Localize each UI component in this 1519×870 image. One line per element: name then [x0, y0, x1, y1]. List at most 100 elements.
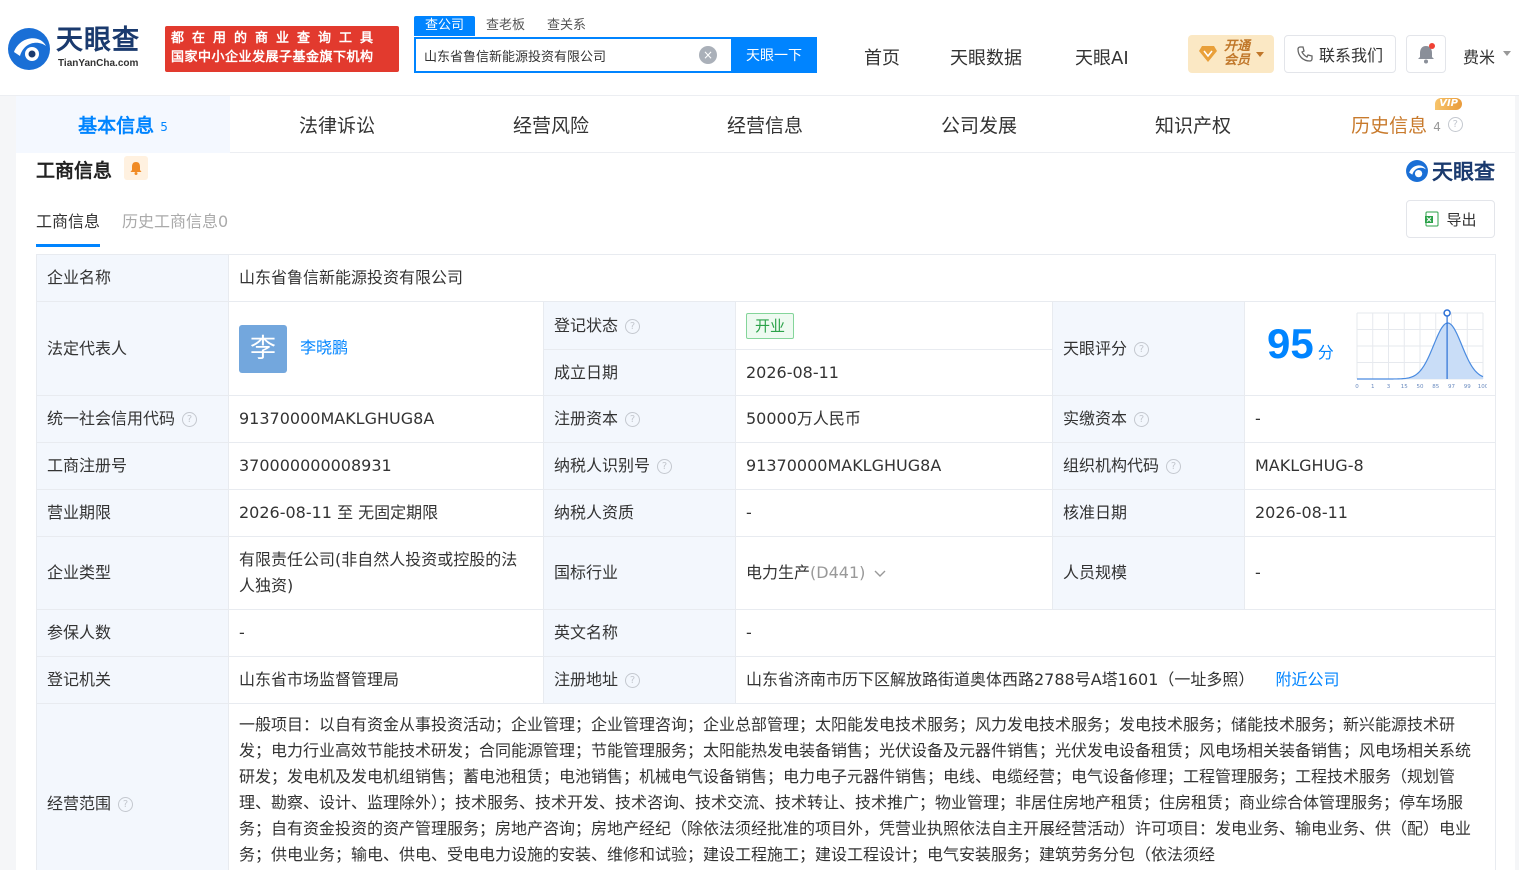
tick-label: 3: [1387, 384, 1391, 390]
contact-us-button[interactable]: 联系我们: [1284, 35, 1396, 73]
field-label: 参保人数: [36, 609, 229, 657]
credit-code: 91370000MAKLGHUG8A: [228, 395, 544, 443]
field-label: 注册资本?: [543, 395, 736, 443]
help-icon[interactable]: ?: [1166, 459, 1182, 474]
user-menu[interactable]: 费米: [1463, 44, 1495, 68]
industry-cell[interactable]: 电力生产(D441): [735, 536, 1053, 610]
slogan-banner: 都在用的商业查询工具 国家中小企业发展子基金旗下机构: [165, 26, 399, 72]
search-tab-company[interactable]: 查公司: [414, 16, 476, 36]
tick-label: 97: [1448, 384, 1455, 390]
field-label: 注册地址?: [543, 656, 736, 704]
legal-rep-link[interactable]: 李晓鹏: [300, 338, 348, 357]
field-label: 经营范围?: [36, 703, 229, 870]
table-row: 法定代表人 李 李晓鹏 登记状态? 开业 天眼评分? 95 分 0 1 3 15 50 85…: [36, 301, 1497, 396]
tick-label: 50: [1417, 384, 1424, 390]
field-label: 统一社会信用代码?: [36, 395, 229, 443]
legal-rep-cell: 李 李晓鹏: [228, 301, 544, 396]
help-icon[interactable]: ?: [182, 412, 198, 427]
tick-label: 0: [1355, 384, 1359, 390]
field-label: 纳税人识别号?: [543, 442, 736, 490]
reg-status-cell: 开业: [735, 301, 1053, 350]
field-label: 工商注册号: [36, 442, 229, 490]
field-label: 登记状态?: [543, 301, 736, 350]
table-row: 企业类型 有限责任公司(非自然人投资或控股的法人独资) 国标行业 电力生产(D4…: [36, 536, 1497, 610]
help-icon[interactable]: ?: [1134, 412, 1150, 427]
search-box: × 天眼一下: [414, 37, 817, 73]
help-icon[interactable]: ?: [118, 796, 134, 812]
field-label: 企业类型: [36, 536, 229, 610]
table-row: 参保人数 - 英文名称 -: [36, 609, 1497, 657]
field-label: 纳税人资质: [543, 489, 736, 537]
status-badge: 开业: [746, 312, 795, 339]
field-label: 组织机构代码?: [1052, 442, 1245, 490]
insured-count: -: [228, 609, 544, 657]
reg-address: 山东省济南市历下区解放路街道奥体西路2788号A塔1601（一址多照）: [746, 670, 1255, 689]
staff-size: -: [1243, 536, 1497, 610]
excel-icon: [1425, 211, 1439, 227]
help-icon[interactable]: ?: [657, 459, 673, 474]
field-label: 天眼评分?: [1052, 301, 1245, 396]
tab-operation[interactable]: 经营信息: [658, 96, 872, 153]
section-title: 工商信息: [36, 160, 113, 182]
chevron-down-icon[interactable]: [1503, 51, 1511, 56]
search-tab-relation[interactable]: 查关系: [536, 16, 597, 36]
address-cell: 山东省济南市历下区解放路街道奥体西路2788号A塔1601（一址多照） 附近公司: [734, 656, 1497, 704]
found-date: 2026-08-11: [735, 349, 1053, 396]
open-vip-button[interactable]: 开通 会员: [1188, 35, 1274, 73]
clear-icon[interactable]: ×: [699, 46, 717, 64]
nav-ai[interactable]: 天眼AI: [1075, 44, 1129, 70]
tab-basic-info[interactable]: 基本信息 5: [16, 96, 230, 153]
tab-development[interactable]: 公司发展: [872, 96, 1086, 153]
caret-down-icon: [1256, 51, 1265, 57]
subtab-history-business-info[interactable]: 历史工商信息0: [122, 208, 228, 247]
unread-dot: [1429, 43, 1435, 49]
score-cell[interactable]: 95 分 0 1 3 15 50 85 97 99 100: [1243, 301, 1497, 396]
nav-home[interactable]: 首页: [864, 44, 900, 70]
score-distribution-chart: 0 1 3 15 50 85 97 99 100: [1355, 308, 1487, 390]
tick-label: 100: [1478, 384, 1487, 390]
business-scope: 一般项目：以自有资金从事投资活动；企业管理；企业管理咨询；企业总部管理；太阳能发…: [227, 703, 1497, 870]
field-label: 登记机关: [36, 656, 229, 704]
top-header: 天眼查 TianYanCha.com 都在用的商业查询工具 国家中小企业发展子基…: [0, 0, 1519, 96]
company-name: 山东省鲁信新能源投资有限公司: [227, 254, 1497, 302]
help-icon[interactable]: ?: [625, 673, 641, 688]
tab-history[interactable]: 历史信息 4 ? VIP: [1300, 96, 1514, 153]
subtab-business-info[interactable]: 工商信息: [36, 208, 101, 247]
english-name: -: [734, 609, 1497, 657]
help-icon[interactable]: ?: [625, 412, 641, 427]
search-tab-boss[interactable]: 查老板: [475, 16, 536, 36]
nearby-companies-link[interactable]: 附近公司: [1275, 670, 1339, 689]
nav-data[interactable]: 天眼数据: [950, 44, 1022, 70]
sub-tabs: 工商信息 历史工商信息0: [36, 208, 250, 247]
search-button[interactable]: 天眼一下: [731, 37, 817, 73]
tick-label: 85: [1432, 384, 1439, 390]
score-marker: [1443, 308, 1451, 317]
tab-legal[interactable]: 法律诉讼: [230, 96, 444, 153]
help-icon[interactable]: ?: [625, 318, 641, 334]
field-label: 营业期限: [36, 489, 229, 537]
tab-ip[interactable]: 知识产权: [1086, 96, 1300, 153]
help-icon[interactable]: ?: [1134, 341, 1150, 357]
logo-mark-icon: [8, 28, 50, 70]
score-value: 95: [1267, 320, 1314, 367]
field-label: 法定代表人: [36, 301, 229, 396]
business-info-table: 企业名称 山东省鲁信新能源投资有限公司 法定代表人 李 李晓鹏 登记状态? 开业…: [36, 254, 1497, 870]
chevron-down-icon[interactable]: [874, 570, 886, 578]
diamond-icon: [1199, 46, 1217, 62]
avatar[interactable]: 李: [239, 324, 287, 373]
table-row: 工商注册号 370000000008931 纳税人识别号? 91370000MA…: [36, 442, 1497, 490]
reg-authority: 山东省市场监督管理局: [228, 656, 544, 704]
table-row: 经营范围? 一般项目：以自有资金从事投资活动；企业管理；企业管理咨询；企业总部管…: [36, 703, 1497, 870]
search-input[interactable]: [416, 39, 699, 71]
notification-button[interactable]: [1406, 35, 1446, 73]
tab-risk[interactable]: 经营风险: [444, 96, 658, 153]
contact-label: 联系我们: [1318, 46, 1383, 65]
company-type: 有限责任公司(非自然人投资或控股的法人独资): [228, 536, 544, 610]
table-row: 登记机关 山东省市场监督管理局 注册地址? 山东省济南市历下区解放路街道奥体西路…: [36, 656, 1497, 704]
reg-no: 370000000008931: [228, 442, 544, 490]
vip-badge: VIP: [1435, 98, 1462, 110]
bell-alert-icon[interactable]: [124, 156, 148, 180]
export-button[interactable]: 导出: [1406, 200, 1495, 238]
tianyancha-logo[interactable]: 天眼查 TianYanCha.com: [6, 24, 160, 74]
help-icon[interactable]: ?: [1447, 117, 1463, 132]
